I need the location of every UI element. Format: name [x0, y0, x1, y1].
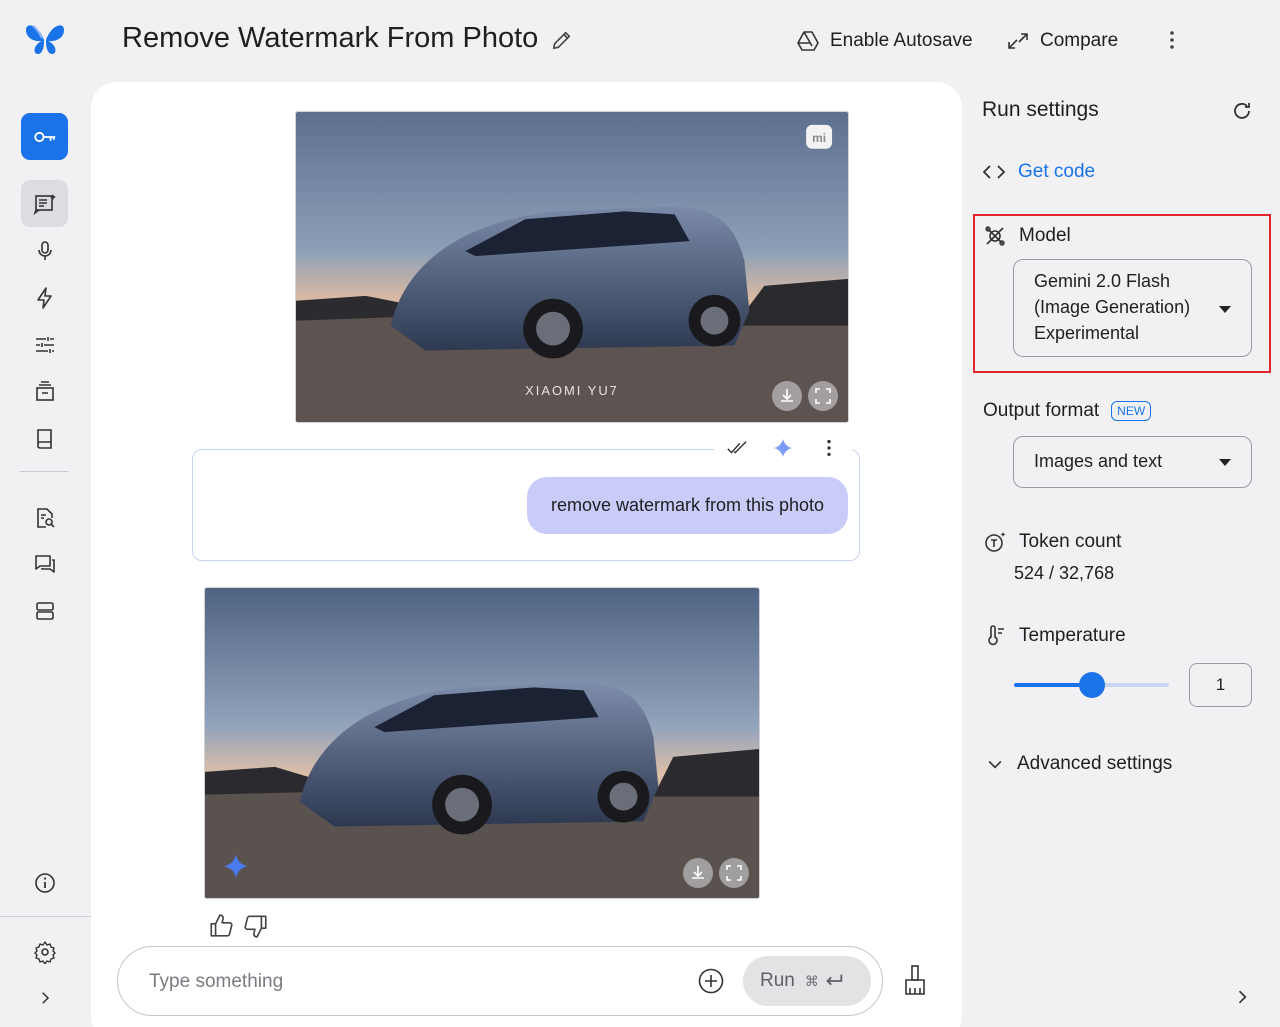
chevron-down-icon [988, 760, 1002, 769]
archive-icon [35, 380, 54, 401]
double-check-icon[interactable] [726, 437, 748, 459]
chevron-right-icon [41, 991, 49, 1004]
drive-icon [796, 29, 820, 53]
thermometer-icon [988, 625, 1004, 646]
info-icon [34, 872, 55, 893]
user-message-bubble: remove watermark from this photo [527, 477, 848, 534]
temperature-input[interactable]: 1 [1189, 663, 1252, 707]
thumbs-down-icon[interactable] [243, 913, 269, 939]
chevron-right-icon [1238, 990, 1247, 1004]
nav-forum[interactable] [21, 540, 68, 587]
microphone-icon [37, 240, 52, 260]
nav-info[interactable] [21, 859, 68, 906]
nav-search-docs[interactable] [21, 494, 68, 541]
message-toolbar [714, 434, 852, 462]
code-icon [982, 165, 1006, 179]
clear-chat-button[interactable] [900, 964, 930, 996]
add-circle-icon [698, 968, 724, 994]
nav-divider [20, 471, 68, 472]
nav-docs[interactable] [21, 415, 68, 462]
token-count-value: 524 / 32,768 [1014, 563, 1115, 583]
model-label-row: Model [983, 224, 1071, 248]
format-caret-icon [1218, 457, 1232, 467]
nav-chat-prompt[interactable] [21, 180, 68, 227]
output-format-row: Output format NEW [983, 400, 1152, 422]
compare-button[interactable]: Compare [1006, 26, 1118, 56]
chat-spark-icon [32, 193, 56, 215]
command-key-icon: ⌘ [804, 972, 819, 989]
nav-stream[interactable] [21, 227, 68, 274]
enter-key-icon [826, 974, 843, 986]
tune-icon [35, 336, 54, 353]
nav-bottom-divider [0, 916, 91, 917]
nav-library[interactable] [21, 368, 68, 415]
watermark-text: XIAOMI YU7 [525, 383, 619, 398]
reset-settings-icon[interactable] [1230, 99, 1254, 123]
doc-search-icon [36, 507, 55, 528]
temperature-row: Temperature [983, 624, 1126, 648]
collapse-panel-button[interactable] [1232, 987, 1252, 1007]
bolt-icon [36, 286, 52, 309]
temperature-label: Temperature [1019, 625, 1126, 646]
output-format-label: Output format [983, 400, 1100, 421]
broom-icon [905, 965, 925, 995]
model-label: Model [1019, 225, 1071, 246]
expand-nav-button[interactable] [21, 974, 68, 1021]
token-count-label: Token count [1019, 531, 1122, 552]
spark-icon[interactable] [772, 437, 794, 459]
run-label: Run [760, 970, 795, 991]
download-image-button[interactable] [772, 381, 802, 411]
car-photo: XIAOMI YU7 mi [296, 112, 848, 422]
message-more-icon[interactable] [818, 437, 840, 459]
model-value: Gemini 2.0 Flash (Image Generation) Expe… [1034, 271, 1191, 343]
forum-icon [34, 554, 55, 573]
car-photo-result [205, 588, 759, 898]
advanced-settings-toggle[interactable]: Advanced settings [985, 753, 1172, 775]
prompt-placeholder: Type something [149, 971, 284, 992]
model-icon [985, 226, 1005, 246]
download-result-button[interactable] [683, 858, 713, 888]
download-icon [781, 389, 793, 402]
temperature-slider-thumb[interactable] [1078, 672, 1105, 698]
token-icon [985, 532, 1006, 552]
key-icon [33, 131, 55, 142]
nav-tune[interactable] [21, 321, 68, 368]
enable-autosave-button[interactable]: Enable Autosave [796, 26, 973, 56]
brand-logo: mi [812, 131, 826, 145]
fullscreen-icon [815, 388, 831, 404]
run-settings-title: Run settings [982, 98, 1099, 121]
app-logo-icon[interactable] [24, 20, 66, 56]
page-title: Remove Watermark From Photo [122, 22, 539, 54]
uploaded-car-image[interactable]: XIAOMI YU7 mi [295, 111, 849, 423]
token-count-row: Token count [983, 530, 1121, 554]
new-badge: NEW [1111, 401, 1152, 421]
advanced-settings-label: Advanced settings [1017, 753, 1173, 774]
book-icon [36, 428, 52, 449]
nav-storage[interactable] [21, 587, 68, 634]
edit-title-icon[interactable] [551, 29, 573, 51]
api-key-button[interactable] [21, 113, 68, 160]
storage-icon [35, 601, 54, 620]
autosave-label: Enable Autosave [830, 30, 973, 51]
compare-label: Compare [1040, 30, 1119, 51]
add-media-button[interactable] [697, 967, 725, 995]
fullscreen-icon [726, 865, 742, 881]
nav-settings[interactable] [21, 928, 68, 975]
nav-starter-apps[interactable] [21, 274, 68, 321]
generated-car-image[interactable] [204, 587, 760, 899]
get-code-button[interactable]: Get code [982, 160, 1095, 184]
gear-icon [33, 940, 56, 964]
more-options-icon[interactable] [1160, 28, 1184, 52]
run-button[interactable]: Run ⌘ [743, 956, 871, 1006]
get-code-label: Get code [1018, 161, 1096, 182]
compare-icon [1006, 29, 1030, 53]
fullscreen-image-button[interactable] [808, 381, 838, 411]
output-format-value: Images and text [1034, 451, 1163, 471]
run-shortcut: ⌘ [805, 970, 845, 992]
download-icon [692, 866, 704, 879]
model-caret-icon [1218, 304, 1232, 314]
fullscreen-result-button[interactable] [719, 858, 749, 888]
thumbs-up-icon[interactable] [208, 913, 234, 939]
